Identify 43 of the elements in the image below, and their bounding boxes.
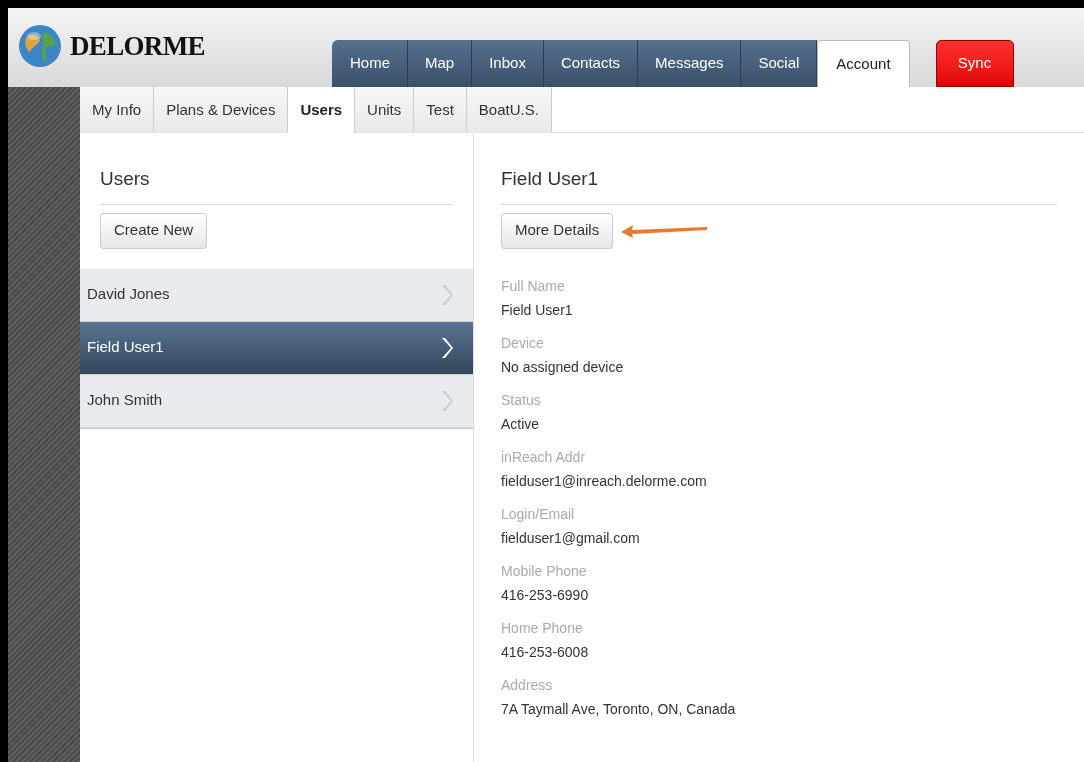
- field-label: Device: [501, 333, 545, 353]
- field-value: 416-253-6990: [501, 585, 590, 605]
- field-label: Mobile Phone: [501, 561, 588, 581]
- user-list-item[interactable]: David Jones: [80, 268, 473, 322]
- field-value: Field User1: [501, 300, 574, 320]
- chevron-icon: [441, 336, 453, 359]
- user-list-item[interactable]: Field User1: [80, 321, 473, 375]
- sub-tab[interactable]: My Info: [80, 87, 155, 133]
- more-details-button[interactable]: More Details: [501, 212, 614, 249]
- field-label: Full Name: [501, 276, 566, 296]
- nav-tab[interactable]: Map: [408, 40, 473, 87]
- sync-button[interactable]: Sync: [935, 40, 1014, 87]
- sub-tab[interactable]: Plans & Devices: [154, 87, 289, 133]
- user-list-item[interactable]: John Smith: [80, 374, 473, 428]
- nav-tab[interactable]: Account: [817, 40, 910, 87]
- sub-tab[interactable]: Users: [288, 87, 356, 133]
- field-value: No assigned device: [501, 357, 625, 377]
- arrow-icon: [621, 222, 708, 239]
- field-label: Login/Email: [501, 504, 576, 524]
- nav-tab[interactable]: Social: [741, 40, 818, 87]
- field-value: 7A Taymall Ave, Toronto, ON, Canada: [501, 699, 737, 719]
- chevron-icon: [441, 389, 453, 412]
- field-label: Status: [501, 390, 542, 410]
- detail-title: Field User1: [501, 165, 1057, 205]
- nav-tab[interactable]: Inbox: [472, 40, 544, 87]
- create-new-button[interactable]: Create New: [100, 212, 208, 249]
- field-label: Address: [501, 675, 554, 695]
- field-value: Active: [501, 414, 541, 434]
- field-label: Home Phone: [501, 618, 584, 638]
- field-label: inReach Addr: [501, 447, 587, 467]
- nav-tab[interactable]: Messages: [638, 40, 742, 87]
- sub-tab[interactable]: Units: [355, 87, 415, 133]
- nav-tab[interactable]: Contacts: [543, 40, 639, 87]
- nav-tab[interactable]: Home: [332, 40, 408, 87]
- sub-tab[interactable]: BoatU.S.: [466, 87, 552, 133]
- logo-text: DELORME: [70, 29, 205, 63]
- field-value: fielduser1@gmail.com: [501, 528, 641, 548]
- globe-icon: [18, 24, 62, 68]
- field-value: 416-253-6008: [501, 642, 590, 662]
- field-value: fielduser1@inreach.delorme.com: [501, 471, 708, 491]
- chevron-icon: [441, 283, 453, 306]
- panel-title: Users: [100, 165, 453, 205]
- sub-tab[interactable]: Test: [414, 87, 467, 133]
